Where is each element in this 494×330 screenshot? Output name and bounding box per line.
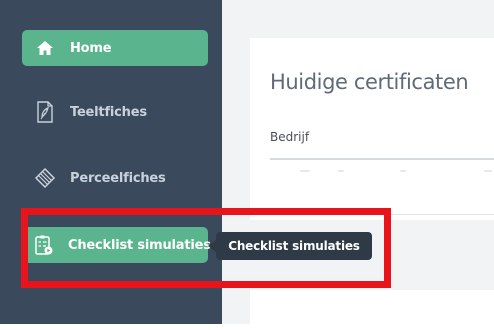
home-icon (34, 37, 56, 59)
checklist-icon (34, 234, 54, 256)
column-header-bedrijf: Bedrijf (270, 130, 310, 144)
sidebar-item-home[interactable]: Home (22, 30, 208, 66)
table-row (300, 170, 492, 174)
row-divider (270, 214, 494, 215)
sidebar-item-label: Teeltfiches (70, 104, 147, 120)
sidebar-item-perceelfiches[interactable]: Perceelfiches (22, 160, 208, 196)
sidebar-item-label: Home (70, 40, 112, 56)
certificates-card: Huidige certificaten Bedrijf (250, 38, 494, 220)
tooltip: Checklist simulaties (216, 232, 372, 260)
page-title: Huidige certificaten (270, 70, 469, 94)
document-icon (34, 101, 56, 123)
parcel-icon (34, 167, 56, 189)
sidebar-item-label: Checklist simulaties (68, 237, 211, 253)
sidebar: Home Teeltfiches Perceelfiches Checklist… (0, 0, 222, 324)
header-divider (270, 158, 494, 160)
tooltip-arrow (208, 240, 216, 252)
sidebar-item-teeltfiches[interactable]: Teeltfiches (22, 94, 208, 130)
secondary-card (250, 290, 494, 330)
main-content: Huidige certificaten Bedrijf (222, 0, 494, 330)
sidebar-item-checklist-simulaties[interactable]: Checklist simulaties (22, 227, 211, 263)
sidebar-item-label: Perceelfiches (70, 170, 166, 186)
